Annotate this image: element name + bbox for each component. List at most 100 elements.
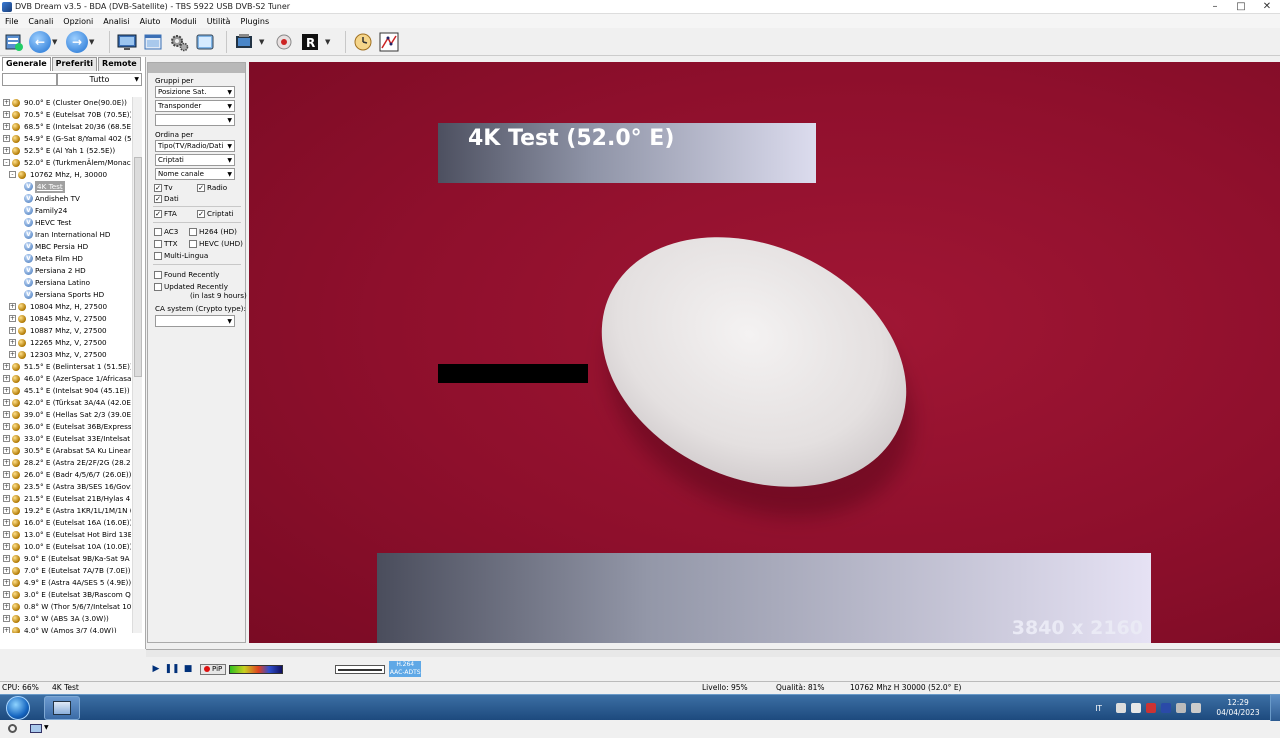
expand-icon[interactable]: +	[3, 603, 10, 610]
tray-icon-2[interactable]	[1131, 703, 1141, 713]
expand-icon[interactable]: +	[3, 495, 10, 502]
epg-icon[interactable]	[233, 31, 255, 53]
channel-item[interactable]: V Meta Film HD	[0, 253, 131, 265]
menu-canali[interactable]: Canali	[23, 17, 58, 26]
channel-item[interactable]: V Iran International HD	[0, 229, 131, 241]
tree-scrollbar[interactable]	[132, 97, 142, 633]
channel-list-icon[interactable]	[3, 31, 25, 53]
ac3-checkbox[interactable]: AC3	[154, 227, 178, 236]
pip-button[interactable]: PiP	[200, 663, 227, 675]
minimize-button[interactable]: –	[1202, 0, 1228, 13]
windows-start-icon[interactable]	[6, 696, 30, 720]
expand-icon[interactable]: +	[3, 363, 10, 370]
satellite-item[interactable]: +3.0° W (ABS 3A (3.0W))	[0, 613, 131, 625]
menu-opzioni[interactable]: Opzioni	[58, 17, 98, 26]
expand-icon[interactable]: +	[3, 111, 10, 118]
expand-icon[interactable]: +	[3, 411, 10, 418]
transponder-item[interactable]: +12303 Mhz, V, 27500	[0, 349, 131, 361]
expand-icon[interactable]: +	[3, 531, 10, 538]
menu-file[interactable]: File	[0, 17, 23, 26]
network-tray-icon[interactable]	[1176, 703, 1186, 713]
satellite-item[interactable]: +3.0° E (Eutelsat 3B/Rascom QAF	[0, 589, 131, 601]
expand-icon[interactable]: +	[3, 447, 10, 454]
collapse-icon[interactable]: -	[9, 171, 16, 178]
satellite-item[interactable]: +10.0° E (Eutelsat 10A (10.0E))	[0, 541, 131, 553]
satellite-item[interactable]: +9.0° E (Eutelsat 9B/Ka-Sat 9A (9.	[0, 553, 131, 565]
tv-checkbox[interactable]: ✓ Tv	[154, 183, 173, 192]
channel-item[interactable]: V 4K Test	[0, 181, 131, 193]
ca-system-select[interactable]: ▼	[155, 315, 235, 327]
satellite-item[interactable]: +54.9° E (G-Sat 8/Yamal 402 (54.9	[0, 133, 131, 145]
tab-preferiti[interactable]: Preferiti	[51, 57, 98, 71]
show-desktop-button[interactable]	[1270, 695, 1280, 721]
filter-input[interactable]	[2, 73, 57, 86]
close-button[interactable]: ✕	[1254, 0, 1280, 13]
volume-tray-icon[interactable]	[1191, 703, 1201, 713]
pause-icon[interactable]: ❚❚	[164, 663, 179, 675]
expand-icon[interactable]: +	[3, 423, 10, 430]
satellite-item[interactable]: - 52.0° E (TurkmenÄlem/MonacoSa	[0, 157, 131, 169]
satellite-item[interactable]: +46.0° E (AzerSpace 1/Africasat	[0, 373, 131, 385]
found-recently-checkbox[interactable]: Found Recently	[154, 270, 219, 279]
expand-icon[interactable]: +	[3, 615, 10, 622]
forward-icon[interactable]: →	[66, 30, 88, 53]
dati-checkbox[interactable]: ✓ Dati	[154, 194, 179, 203]
satellite-item[interactable]: +39.0° E (Hellas Sat 2/3 (39.0E))	[0, 409, 131, 421]
expand-icon[interactable]: +	[3, 135, 10, 142]
expand-icon[interactable]: +	[3, 375, 10, 382]
network-icon[interactable]	[378, 31, 400, 53]
expand-icon[interactable]: +	[9, 327, 16, 334]
channel-item[interactable]: V Persiana Sports HD	[0, 289, 131, 301]
menu-utilita[interactable]: Utilità	[202, 17, 236, 26]
fta-checkbox[interactable]: ✓ FTA	[154, 209, 177, 218]
tray-icon-1[interactable]	[1116, 703, 1126, 713]
settings-gears-icon[interactable]	[168, 31, 190, 53]
maximize-button[interactable]: □	[1228, 0, 1254, 13]
satellite-item[interactable]: +52.5° E (Al Yah 1 (52.5E))	[0, 145, 131, 157]
expand-icon[interactable]: +	[9, 339, 16, 346]
clock-icon[interactable]	[352, 31, 374, 53]
satellite-item[interactable]: +4.0° W (Amos 3/7 (4.0W))	[0, 625, 131, 633]
epg-dropdown-icon[interactable]: ▼	[259, 38, 267, 46]
satellite-item[interactable]: +23.5° E (Astra 3B/SES 16/GovSa	[0, 481, 131, 493]
scrollbar-thumb[interactable]	[134, 157, 142, 377]
satellite-item[interactable]: +0.8° W (Thor 5/6/7/Intelsat 10-02	[0, 601, 131, 613]
expand-icon[interactable]: +	[3, 147, 10, 154]
ttx-checkbox[interactable]: TTX	[154, 239, 178, 248]
satellite-item[interactable]: +33.0° E (Eutelsat 33E/Intelsat 28 (	[0, 433, 131, 445]
taskbar-app-dvbdream[interactable]	[44, 696, 80, 720]
satellite-item[interactable]: +26.0° E (Badr 4/5/6/7 (26.0E))	[0, 469, 131, 481]
channel-item[interactable]: V Andisheh TV	[0, 193, 131, 205]
group-by-select-1[interactable]: Posizione Sat. ▼	[155, 86, 235, 98]
expand-icon[interactable]: +	[3, 99, 10, 106]
tab-generale[interactable]: Generale	[2, 57, 51, 71]
expand-icon[interactable]: +	[3, 555, 10, 562]
satellite-item[interactable]: +42.0° E (Türksat 3A/4A (42.0E))	[0, 397, 131, 409]
channel-item[interactable]: V Persiana 2 HD	[0, 265, 131, 277]
r-icon[interactable]: R	[299, 31, 321, 53]
menu-moduli[interactable]: Moduli	[165, 17, 201, 26]
tray-icon-3[interactable]	[1146, 703, 1156, 713]
collapse-icon[interactable]: -	[3, 159, 10, 166]
criptati-checkbox[interactable]: ✓ Criptati	[197, 209, 234, 218]
satellite-item[interactable]: +30.5° E (Arabsat 5A Ku Linear)	[0, 445, 131, 457]
transponder-item[interactable]: +10887 Mhz, V, 27500	[0, 325, 131, 337]
expand-icon[interactable]: +	[3, 471, 10, 478]
transponder-item[interactable]: +12265 Mhz, V, 27500	[0, 337, 131, 349]
seek-bar[interactable]	[146, 649, 1280, 657]
expand-icon[interactable]: +	[3, 459, 10, 466]
window-icon[interactable]	[142, 31, 164, 53]
order-by-select-1[interactable]: Tipo(TV/Radio/Dati ▼	[155, 140, 235, 152]
expand-icon[interactable]: +	[3, 579, 10, 586]
channel-item[interactable]: V Family24	[0, 205, 131, 217]
satellite-item[interactable]: +7.0° E (Eutelsat 7A/7B (7.0E))	[0, 565, 131, 577]
channel-item[interactable]: V MBC Persia HD	[0, 241, 131, 253]
back-icon[interactable]: ←	[29, 30, 51, 53]
filter-select[interactable]: Tutto ▼	[57, 73, 142, 86]
back-dropdown-icon[interactable]: ▼	[52, 38, 60, 46]
transponder-item[interactable]: - 10762 Mhz, H, 30000	[0, 169, 131, 181]
screen-dropdown-icon[interactable]: ▼	[44, 724, 49, 731]
menu-aiuto[interactable]: Aiuto	[135, 17, 166, 26]
updated-recently-checkbox[interactable]: Updated Recently	[154, 282, 228, 291]
expand-icon[interactable]: +	[3, 483, 10, 490]
